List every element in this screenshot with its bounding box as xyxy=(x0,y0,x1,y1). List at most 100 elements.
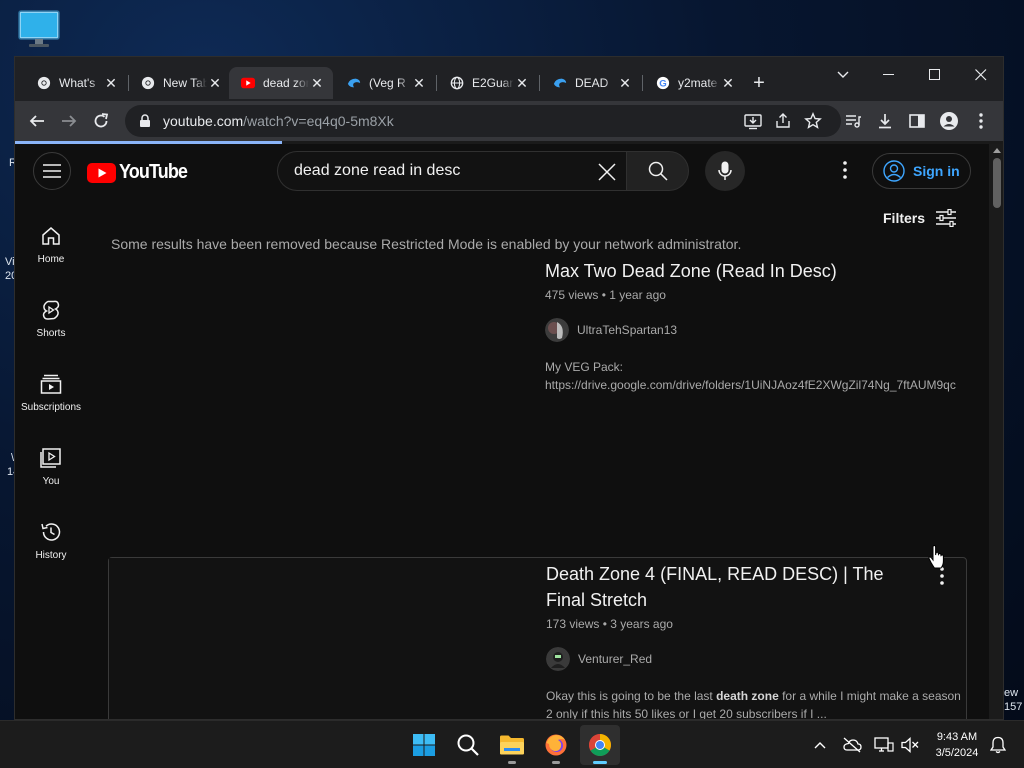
url-text: youtube.com/watch?v=eq4q0-5m8Xk xyxy=(163,113,394,129)
close-icon[interactable]: ✕ xyxy=(103,75,119,91)
search-button[interactable] xyxy=(626,151,689,191)
forward-button[interactable] xyxy=(57,109,81,133)
maximize-button[interactable] xyxy=(912,61,958,89)
video-thumbnail[interactable] xyxy=(108,258,528,494)
tab-active[interactable]: dead zone ✕ xyxy=(229,67,333,99)
tab[interactable]: G y2mate ✕ xyxy=(644,67,744,99)
video-metadata: 173 views • 3 years ago xyxy=(546,617,673,631)
taskbar-file-explorer[interactable] xyxy=(492,725,532,765)
clear-search-button[interactable] xyxy=(596,161,618,183)
close-icon xyxy=(598,163,616,181)
edge-icon xyxy=(347,78,361,88)
close-window-button[interactable] xyxy=(958,61,1003,89)
show-hidden-icons-button[interactable] xyxy=(808,733,832,757)
tab[interactable]: New Tab ✕ xyxy=(129,67,231,99)
tab[interactable]: DEAD ✕ xyxy=(541,67,641,99)
tab-search-button[interactable] xyxy=(820,61,866,89)
onedrive-tray-icon[interactable] xyxy=(840,733,864,757)
channel-info[interactable]: UltraTehSpartan13 xyxy=(545,318,965,342)
minimize-icon xyxy=(883,74,894,75)
chrome-menu-button[interactable] xyxy=(969,109,993,133)
new-tab-button[interactable]: + xyxy=(747,71,771,95)
this-pc-desktop-icon[interactable] xyxy=(18,10,60,50)
sliders-icon xyxy=(936,209,957,227)
taskbar-chrome[interactable] xyxy=(580,725,620,765)
you-icon xyxy=(40,448,61,468)
taskbar-search-button[interactable] xyxy=(448,725,488,765)
close-icon[interactable]: ✕ xyxy=(720,75,736,91)
voice-search-button[interactable] xyxy=(705,151,745,191)
close-icon xyxy=(975,69,987,81)
start-button[interactable] xyxy=(404,725,444,765)
taskbar-clock[interactable]: 9:43 AM 3/5/2024 xyxy=(928,729,986,761)
notifications-button[interactable] xyxy=(986,733,1010,757)
close-icon[interactable]: ✕ xyxy=(617,75,633,91)
filters-button[interactable]: Filters xyxy=(883,206,957,230)
video-description: Okay this is going to be the last death … xyxy=(546,689,961,720)
guide-label: History xyxy=(35,550,67,561)
vertical-dots-icon xyxy=(979,113,983,129)
hand-cursor-icon xyxy=(928,544,946,574)
guide-item-shorts[interactable]: Shorts xyxy=(15,292,87,352)
volume-tray-icon[interactable] xyxy=(898,733,922,757)
tab[interactable]: What's ✕ xyxy=(25,67,127,99)
chrome-icon xyxy=(589,734,611,756)
guide-item-history[interactable]: History xyxy=(15,514,87,574)
sign-in-button[interactable]: Sign in xyxy=(872,153,971,189)
media-control-button[interactable] xyxy=(841,109,865,133)
downloads-button[interactable] xyxy=(873,109,897,133)
share-button[interactable] xyxy=(771,109,795,133)
address-bar[interactable]: youtube.com/watch?v=eq4q0-5m8Xk xyxy=(125,105,841,137)
guide-menu-button[interactable] xyxy=(33,152,71,190)
channel-info[interactable]: Venturer_Red xyxy=(546,647,926,671)
account-icon xyxy=(883,160,905,182)
video-title[interactable]: Max Two Dead Zone (Read In Desc) xyxy=(545,258,965,284)
history-icon xyxy=(41,523,61,541)
guide-item-you[interactable]: You xyxy=(15,440,87,500)
network-tray-icon[interactable] xyxy=(872,733,896,757)
close-icon[interactable]: ✕ xyxy=(411,75,427,91)
channel-name: UltraTehSpartan13 xyxy=(577,323,678,337)
bookmark-button[interactable] xyxy=(801,109,825,133)
close-icon[interactable]: ✕ xyxy=(207,75,223,91)
search-input[interactable] xyxy=(294,152,584,190)
video-metadata: 475 views • 1 year ago xyxy=(545,288,666,302)
google-icon: G xyxy=(656,76,670,90)
video-result[interactable]: Death Zone 4 (FINAL, READ DESC) | The Fi… xyxy=(108,557,967,720)
side-panel-icon xyxy=(909,114,925,128)
shorts-icon xyxy=(42,300,60,320)
video-thumbnail[interactable] xyxy=(109,558,529,719)
guide-label: You xyxy=(42,476,60,487)
clock-time: 9:43 AM xyxy=(936,731,978,743)
svg-text:G: G xyxy=(659,79,666,90)
profile-button[interactable] xyxy=(937,109,961,133)
video-title[interactable]: Death Zone 4 (FINAL, READ DESC) | The Fi… xyxy=(546,561,926,613)
install-app-button[interactable] xyxy=(741,109,765,133)
taskbar-firefox[interactable] xyxy=(536,725,576,765)
page-scrollbar[interactable] xyxy=(989,144,1003,719)
tab[interactable]: (Veg R ✕ xyxy=(335,67,435,99)
video-description: My VEG Pack: https://drive.google.com/dr… xyxy=(545,360,956,392)
scrollbar-thumb[interactable] xyxy=(993,158,1001,208)
minimize-button[interactable] xyxy=(866,61,912,89)
guide-item-home[interactable]: Home xyxy=(15,218,87,278)
globe-icon xyxy=(450,76,464,90)
settings-menu-button[interactable] xyxy=(833,158,857,182)
back-button[interactable] xyxy=(25,109,49,133)
video-result[interactable]: Max Two Dead Zone (Read In Desc) 475 vie… xyxy=(108,258,967,498)
scroll-up-arrow-icon[interactable] xyxy=(993,148,1001,153)
side-panel-button[interactable] xyxy=(905,109,929,133)
bell-icon xyxy=(990,736,1006,754)
person-icon xyxy=(940,112,958,130)
reload-icon xyxy=(94,113,109,128)
reload-button[interactable] xyxy=(89,109,113,133)
youtube-wordmark: YouTube xyxy=(119,161,188,183)
tab[interactable]: E2Guardian ✕ xyxy=(438,67,538,99)
edge-icon xyxy=(553,78,567,88)
close-icon[interactable]: ✕ xyxy=(514,75,530,91)
guide-item-subscriptions[interactable]: Subscriptions xyxy=(15,366,87,426)
hamburger-icon xyxy=(43,164,61,178)
tab-title: y2mate xyxy=(678,76,718,90)
youtube-logo[interactable]: YouTube xyxy=(87,161,195,184)
close-icon[interactable]: ✕ xyxy=(309,75,325,91)
